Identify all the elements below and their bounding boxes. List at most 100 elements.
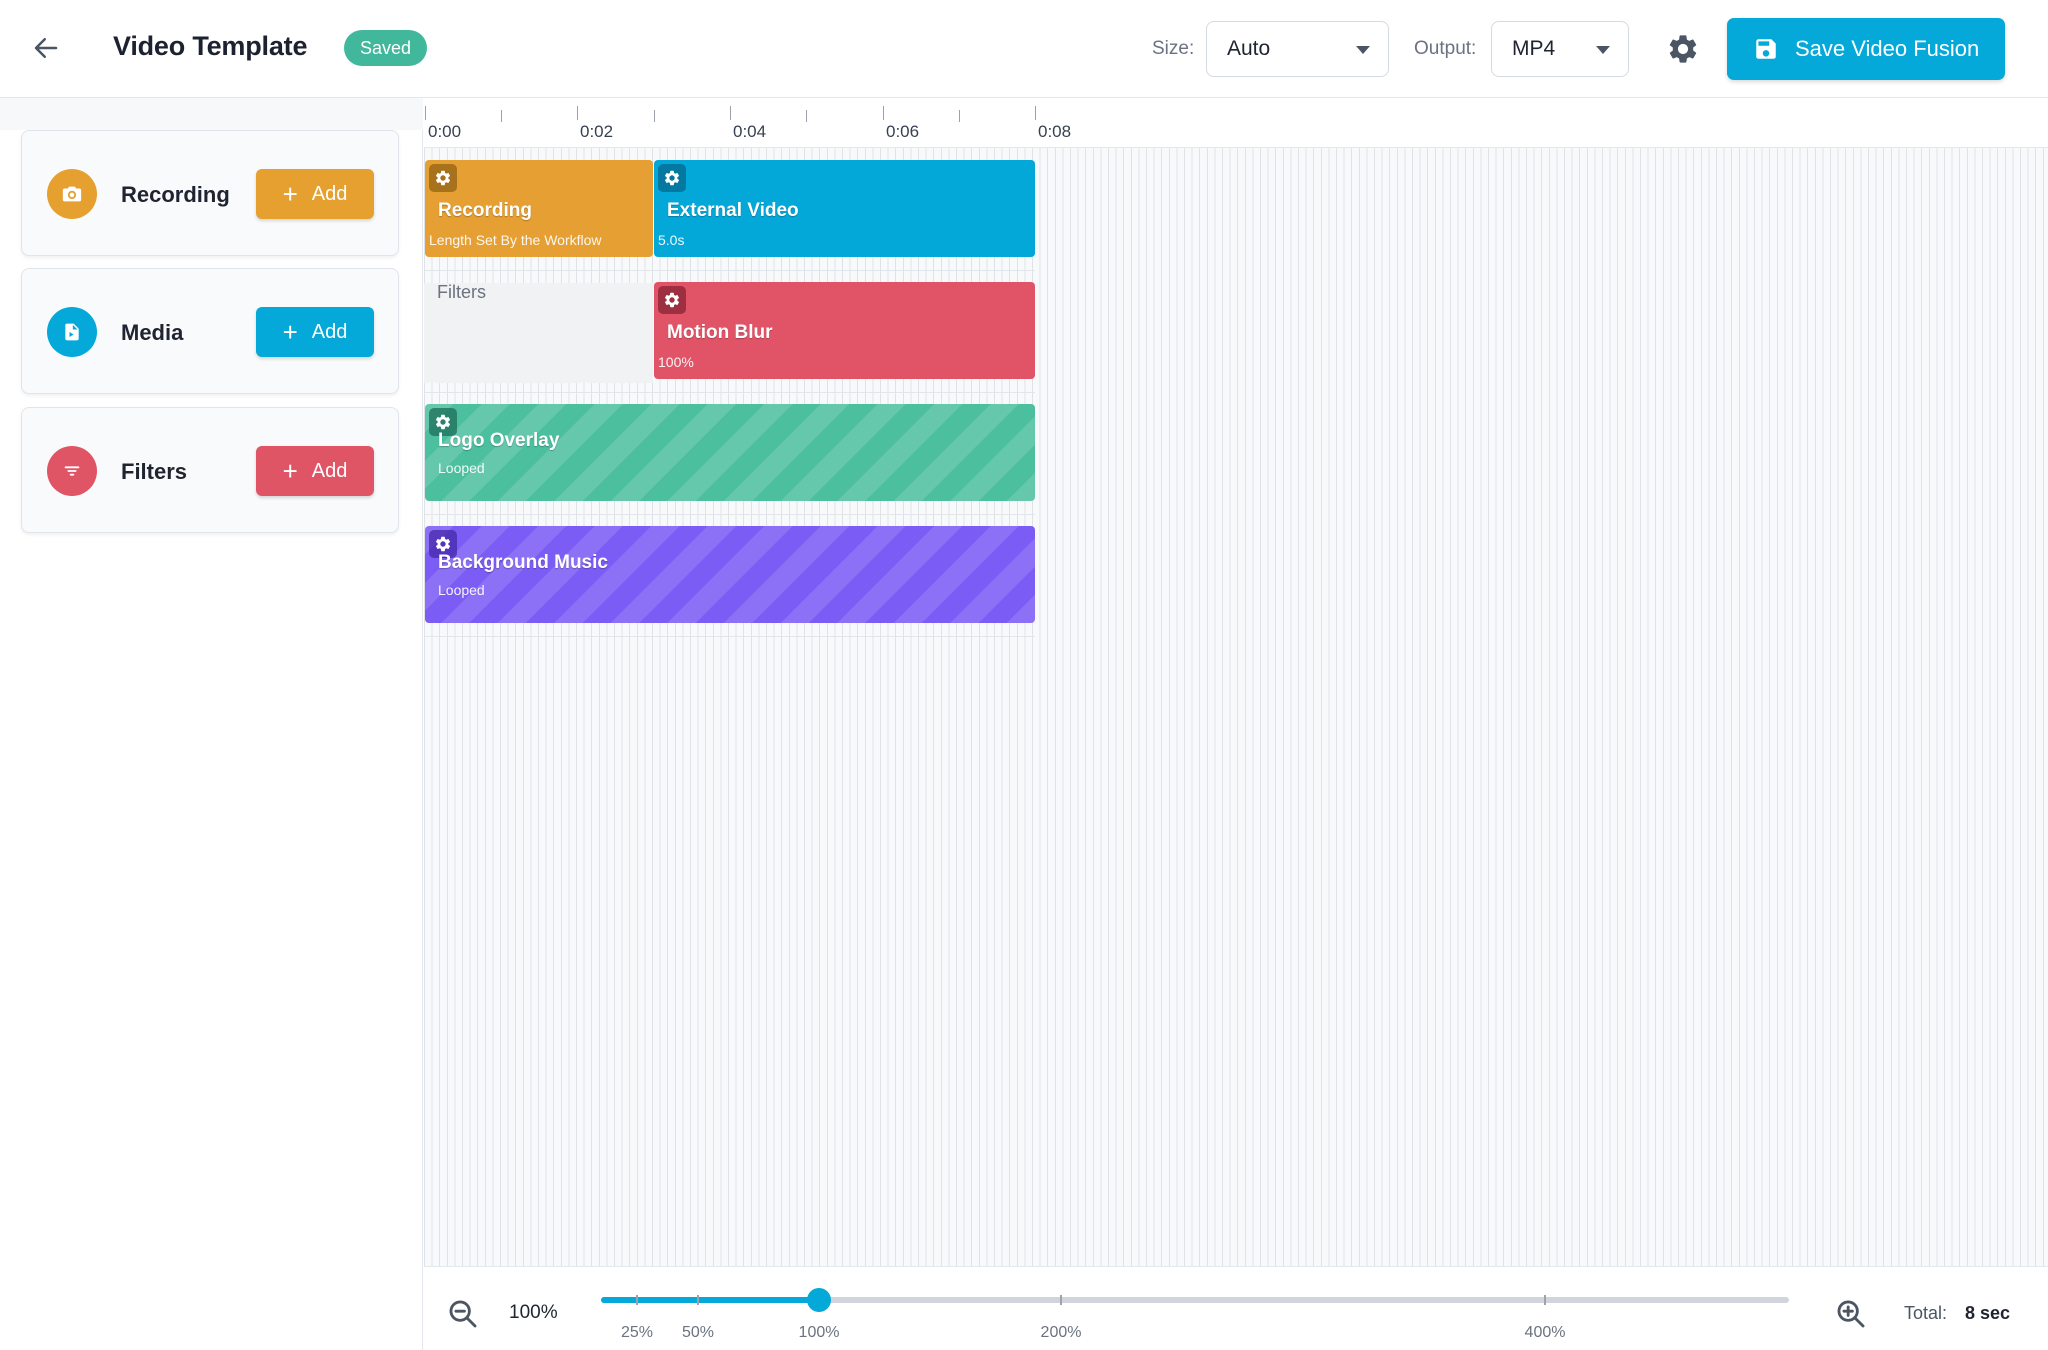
clip-title: Motion Blur [667,322,773,343]
zoom-value: 100% [509,1302,558,1323]
ruler-tick [501,110,502,122]
gear-icon [435,536,451,552]
save-video-fusion-button[interactable]: Save Video Fusion [1727,18,2005,80]
clip-subtitle: 5.0s [658,232,685,248]
clip-subtitle: 100% [658,354,694,370]
recording-badge [47,169,97,219]
zoom-mark-label: 100% [798,1324,840,1341]
clip-settings-button[interactable] [429,164,457,192]
zoom-mark-label: 25% [620,1324,654,1341]
zoom-mark [636,1295,638,1305]
gear-icon [435,414,451,430]
plus-icon: + [282,179,298,209]
add-filter-button[interactable]: + Add [256,446,374,496]
ruler-label: 0:08 [1038,122,1072,141]
zoom-out-button[interactable] [446,1297,480,1331]
add-label: Add [311,320,348,343]
document-icon [65,323,79,341]
add-label: Add [311,182,348,205]
page-title: Video Template [113,31,308,61]
clip-title: External Video [667,200,799,221]
output-label: Output: [1414,38,1477,59]
camera-icon [62,186,82,202]
clip-subtitle: Looped [438,460,485,476]
motion-blur-clip[interactable]: Motion Blur 100% [654,282,1035,379]
filters-track-label: Filters [437,282,486,302]
floppy-disk-icon [1756,39,1776,59]
gear-icon [664,292,680,308]
ruler-tick [730,106,731,120]
zoom-slider-thumb[interactable] [807,1288,831,1312]
filters-card: Filters + Add [21,407,399,533]
media-badge [47,307,97,357]
ruler-tick [1035,106,1036,120]
background-music-clip[interactable]: Background Music Looped [425,526,1035,623]
settings-button[interactable] [1666,32,1700,66]
ruler-tick [883,106,884,120]
track-divider [424,636,1035,637]
ruler-label: 0:00 [428,122,462,141]
filters-card-label: Filters [121,459,188,484]
ruler-tick [959,110,960,122]
arrow-left-icon [34,38,58,58]
recording-card-label: Recording [121,182,230,207]
sidebar-top-strip [0,98,423,130]
back-button[interactable] [28,30,64,66]
gear-icon [435,170,451,186]
external-video-clip[interactable]: External Video 5.0s [654,160,1035,257]
add-media-button[interactable]: + Add [256,307,374,357]
chevron-down-icon [1596,46,1610,54]
media-card: Media + Add [21,268,399,394]
total-duration: 8 sec [1965,1303,2011,1323]
track-divider [424,270,1035,271]
timeline: 0:00 0:02 0:04 0:06 0:08 Recording Lengt… [424,98,2048,1266]
zoom-mark [1544,1295,1546,1305]
zoom-mark [697,1295,699,1305]
ruler-label: 0:04 [733,122,767,141]
clip-subtitle: Length Set By the Workflow [429,232,602,248]
clip-title: Recording [438,200,532,221]
zoom-mark-label: 200% [1040,1324,1082,1341]
ruler-label: 0:02 [580,122,614,141]
plus-icon: + [282,317,298,347]
filters-badge [47,446,97,496]
zoom-mark [1060,1295,1062,1305]
ruler-tick [654,110,655,122]
zoom-in-button[interactable] [1834,1297,1868,1331]
ruler-tick [806,110,807,122]
logo-overlay-clip[interactable]: Logo Overlay Looped [425,404,1035,501]
sidebar: Recording + Add Media + Add Filters + Ad… [0,98,423,1350]
gear-icon [664,170,680,186]
gear-icon [1669,35,1697,63]
size-select[interactable]: Auto [1206,21,1389,77]
filter-icon [64,466,80,476]
top-bar: Video Template Saved Size: Auto Output: … [0,0,2048,98]
zoom-slider-fill [601,1297,819,1303]
zoom-out-icon [449,1300,477,1328]
zoom-bar: 100% 25% 50% 100% 200% 400% Total: 8 sec [424,1266,2048,1350]
ruler-tick [425,106,426,120]
add-recording-button[interactable]: + Add [256,169,374,219]
track-divider [424,514,1035,515]
media-card-label: Media [121,320,184,345]
ruler-label: 0:06 [886,122,920,141]
add-label: Add [311,459,348,482]
total-label: Total: [1904,1303,1948,1323]
status-badge: Saved [344,30,428,66]
clip-subtitle: Looped [438,582,485,598]
output-select[interactable]: MP4 [1491,21,1629,77]
plus-icon: + [282,456,298,486]
clip-settings-button[interactable] [658,286,686,314]
clip-title: Logo Overlay [438,430,560,451]
output-select-value: MP4 [1512,37,1556,60]
chevron-down-icon [1356,46,1370,54]
size-label: Size: [1152,38,1195,59]
ruler-tick [577,106,578,120]
clip-title: Background Music [438,552,608,573]
recording-clip[interactable]: Recording Length Set By the Workflow [425,160,653,257]
save-button-label: Save Video Fusion [1795,36,1980,61]
zoom-in-icon [1837,1300,1865,1328]
time-ruler: 0:00 0:02 0:04 0:06 0:08 [424,98,2048,148]
track-divider [424,392,1035,393]
clip-settings-button[interactable] [658,164,686,192]
